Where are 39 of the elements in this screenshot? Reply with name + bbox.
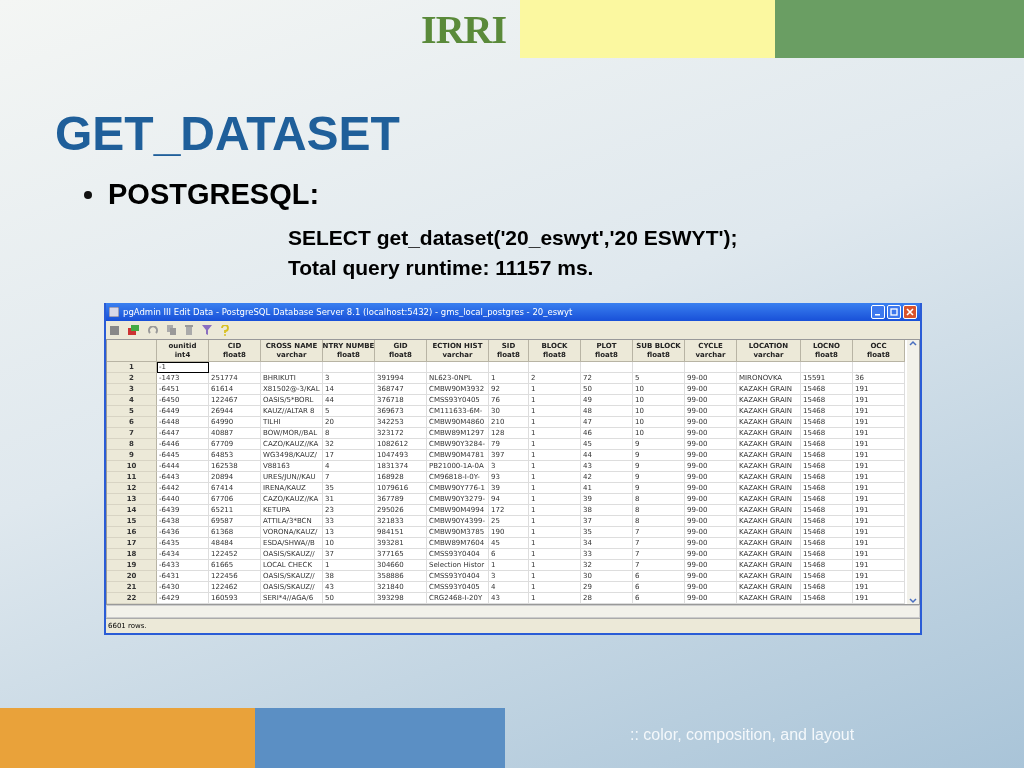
logo-text: IRRI — [421, 5, 506, 53]
corner-header[interactable] — [107, 340, 157, 362]
horizontal-scrollbar[interactable] — [106, 605, 920, 618]
stop-icon[interactable] — [110, 325, 119, 335]
table-cell — [261, 362, 323, 373]
table-cell — [323, 362, 375, 373]
query-line: SELECT get_dataset('20_eswyt','20 ESWYT'); — [288, 225, 739, 251]
table-cell — [209, 362, 261, 373]
vertical-scrollbar[interactable] — [907, 340, 919, 604]
query-line: Total query runtime: 11157 ms. — [288, 255, 595, 281]
scroll-up-icon[interactable] — [909, 340, 917, 346]
table-cell — [375, 362, 427, 373]
table-cell — [633, 362, 685, 373]
window-title: pgAdmin III Edit Data - PostgreSQL Database Server 8.1 (localhost:5432) - gms_local_postgres - 20_eswyt — [123, 307, 573, 317]
copy-icon[interactable] — [167, 325, 176, 335]
table-cell — [737, 362, 801, 373]
table-cell — [427, 362, 489, 373]
table-cell — [581, 362, 633, 373]
undo-icon[interactable] — [148, 325, 158, 335]
help-icon[interactable] — [221, 324, 229, 336]
bullet-text: POSTGRESQL: — [108, 178, 320, 211]
table-cell — [489, 362, 529, 373]
filter-icon[interactable] — [202, 325, 212, 335]
database-icon — [109, 307, 119, 317]
close-button[interactable] — [903, 305, 917, 319]
close-icon — [906, 308, 914, 316]
footer-text: :: color, composition, and layout — [630, 726, 855, 745]
bullet-icon — [84, 190, 92, 199]
save-icon[interactable] — [128, 325, 139, 335]
minimize-button[interactable] — [871, 305, 885, 319]
table-cell — [529, 362, 581, 373]
maximize-icon — [890, 308, 898, 316]
delete-icon[interactable] — [185, 325, 193, 335]
table-cell — [801, 362, 853, 373]
scroll-down-icon[interactable] — [909, 598, 917, 604]
maximize-button[interactable] — [887, 305, 901, 319]
slide-title: GET_DATASET — [55, 110, 401, 158]
table-cell — [853, 362, 905, 373]
table-cell — [685, 362, 737, 373]
